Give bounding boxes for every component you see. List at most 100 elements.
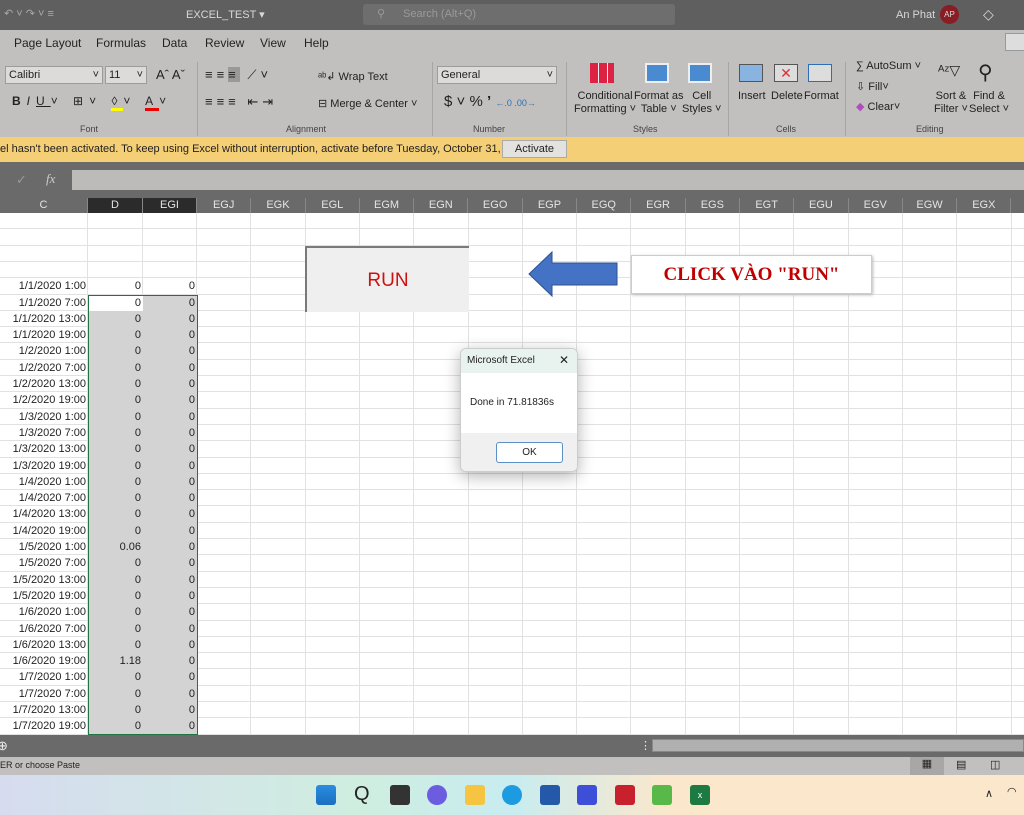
date-cell[interactable]: 1/6/2020 7:00 [0, 623, 88, 639]
egi-cell[interactable]: 0 [143, 590, 197, 606]
d-cell[interactable]: 0 [88, 508, 143, 524]
egi-cell[interactable]: 0 [143, 476, 197, 492]
excel-icon[interactable]: x [690, 785, 710, 805]
date-cell[interactable]: 1/2/2020 19:00 [0, 394, 88, 410]
app-icon[interactable] [577, 785, 597, 805]
column-header-ego[interactable]: EGO [469, 198, 523, 213]
d-cell[interactable]: 0 [88, 639, 143, 655]
column-header-egr[interactable]: EGR [631, 198, 686, 213]
d-cell[interactable]: 0 [88, 557, 143, 573]
d-cell[interactable]: 0 [88, 688, 143, 704]
merge-center-button[interactable]: ⊟ Merge & Center ˅ [318, 97, 417, 110]
format-buttons[interactable]: BIU˅ ⊞˅ ◊˅ A˅ [12, 94, 172, 111]
d-cell[interactable]: 0 [88, 394, 143, 410]
egi-cell[interactable]: 0 [143, 313, 197, 329]
d-cell[interactable]: 0 [88, 443, 143, 459]
column-header-egv[interactable]: EGV [849, 198, 903, 213]
column-header-egt[interactable]: EGT [740, 198, 795, 213]
d-cell[interactable]: 0 [88, 590, 143, 606]
d-cell[interactable]: 0 [88, 492, 143, 508]
egi-cell[interactable]: 0 [143, 720, 197, 736]
file-explorer-icon[interactable] [465, 785, 485, 805]
column-header-d[interactable]: D [88, 198, 143, 213]
column-header-c[interactable]: C [0, 198, 88, 213]
horizontal-scrollbar[interactable] [652, 739, 1024, 752]
column-header-egp[interactable]: EGP [523, 198, 578, 213]
egi-cell[interactable]: 0 [143, 329, 197, 345]
font-size-buttons[interactable]: Aˆ Aˇ [156, 67, 185, 82]
column-header-egm[interactable]: EGM [360, 198, 415, 213]
clear-button[interactable]: ◆ Clear˅ [856, 100, 900, 113]
egi-cell[interactable]: 0 [143, 280, 197, 296]
d-cell[interactable]: 0 [88, 574, 143, 590]
egi-cell[interactable]: 0 [143, 394, 197, 410]
add-sheet-icon[interactable]: ⊕ [0, 738, 8, 754]
task-view-icon[interactable] [390, 785, 410, 805]
date-cell[interactable]: 1/2/2020 7:00 [0, 362, 88, 378]
conditional-formatting-button[interactable]: Conditional Formatting ˅ [574, 90, 636, 116]
d-cell[interactable]: 0 [88, 329, 143, 345]
d-cell[interactable]: 0 [88, 460, 143, 476]
search-input[interactable]: ⚲ Search (Alt+Q) [363, 4, 675, 25]
date-cell[interactable]: 1/7/2020 7:00 [0, 688, 88, 704]
column-header-egl[interactable]: EGL [306, 198, 360, 213]
formula-input[interactable] [72, 170, 1024, 190]
date-cell[interactable]: 1/2/2020 13:00 [0, 378, 88, 394]
date-cell[interactable]: 1/3/2020 7:00 [0, 427, 88, 443]
egi-cell[interactable]: 0 [143, 639, 197, 655]
d-cell[interactable]: 0 [88, 411, 143, 427]
egi-cell[interactable]: 0 [143, 492, 197, 508]
d-cell[interactable]: 0.06 [88, 541, 143, 557]
comments-button[interactable] [1005, 33, 1024, 51]
font-name-select[interactable]: Calibri ˅ [5, 66, 103, 84]
run-button[interactable]: RUN [305, 246, 469, 312]
d-cell[interactable]: 0 [88, 362, 143, 378]
splitter-icon[interactable]: ⋮ [640, 739, 651, 752]
column-header-egx[interactable]: EGX [957, 198, 1012, 213]
autosum-button[interactable]: ∑ AutoSum ˅ [856, 60, 921, 72]
ok-button[interactable]: OK [496, 442, 563, 463]
page-layout-view-icon[interactable]: ▤ [956, 758, 966, 771]
date-cell[interactable]: 1/6/2020 1:00 [0, 606, 88, 622]
tab-data[interactable]: Data [162, 36, 187, 50]
column-header-egk[interactable]: EGK [251, 198, 306, 213]
column-header-egq[interactable]: EGQ [577, 198, 632, 213]
date-cell[interactable]: 1/5/2020 13:00 [0, 574, 88, 590]
date-cell[interactable]: 1/3/2020 1:00 [0, 411, 88, 427]
date-cell[interactable]: 1/6/2020 13:00 [0, 639, 88, 655]
date-cell[interactable]: 1/2/2020 1:00 [0, 345, 88, 361]
d-cell[interactable]: 0 [88, 476, 143, 492]
store-icon[interactable] [540, 785, 560, 805]
date-cell[interactable]: 1/4/2020 13:00 [0, 508, 88, 524]
currency-button[interactable]: $ ˅ % ’ ←.0 .00→ [444, 93, 536, 110]
egi-cell[interactable]: 0 [143, 345, 197, 361]
date-cell[interactable]: 1/1/2020 13:00 [0, 313, 88, 329]
align-buttons[interactable]: ≡≡≡ ⟋˅ [205, 67, 272, 83]
egi-cell[interactable]: 0 [143, 655, 197, 671]
egi-cell[interactable]: 0 [143, 443, 197, 459]
windows-start-icon[interactable] [316, 785, 336, 805]
egi-cell[interactable]: 0 [143, 541, 197, 557]
egi-cell[interactable]: 0 [143, 411, 197, 427]
egi-cell[interactable]: 0 [143, 427, 197, 443]
column-header-egw[interactable]: EGW [903, 198, 958, 213]
avatar[interactable]: AP [940, 5, 959, 24]
date-cell[interactable]: 1/5/2020 19:00 [0, 590, 88, 606]
date-cell[interactable]: 1/3/2020 13:00 [0, 443, 88, 459]
search-icon[interactable]: Q [354, 783, 370, 806]
find-select-button[interactable]: Find & Select ˅ [969, 90, 1009, 116]
format-button[interactable]: Format [804, 90, 839, 102]
d-cell[interactable]: 0 [88, 378, 143, 394]
fill-button[interactable]: ⇩ Fill˅ [856, 80, 889, 93]
egi-cell[interactable]: 0 [143, 671, 197, 687]
format-as-table-button[interactable]: Format as Table ˅ [634, 90, 684, 116]
column-header-egn[interactable]: EGN [414, 198, 469, 213]
check-icon[interactable]: ✓ [16, 172, 27, 188]
fx-icon[interactable]: fx [46, 171, 55, 187]
tab-formulas[interactable]: Formulas [96, 36, 146, 50]
wrap-text-button[interactable]: ᵃᵇ↲ Wrap Text [318, 70, 388, 83]
egi-cell[interactable]: 0 [143, 574, 197, 590]
cell-styles-button[interactable]: Cell Styles ˅ [682, 90, 721, 116]
d-cell[interactable]: 0 [88, 606, 143, 622]
column-header-egi[interactable]: EGI [143, 198, 197, 213]
